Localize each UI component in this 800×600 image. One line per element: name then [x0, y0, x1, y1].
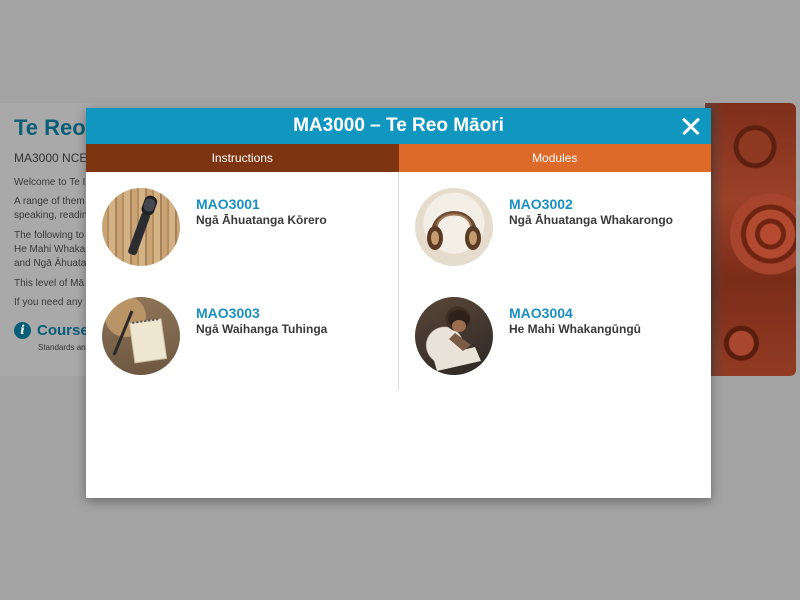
- background-paragraph: and Ngā Āhuata: [14, 258, 87, 269]
- module-name: He Mahi Whakangūngū: [509, 322, 641, 336]
- background-paragraph: This level of Mā: [14, 278, 85, 289]
- background-paragraph: The following to: [14, 230, 85, 241]
- background-paragraph: He Mahi Whaka: [14, 244, 86, 255]
- background-paragraph: speaking, readin: [14, 210, 88, 221]
- course-heading-text: Course: [37, 322, 89, 339]
- module-name: Ngā Āhuatanga Whakarongo: [509, 213, 674, 227]
- module-name: Ngā Āhuatanga Kōrero: [196, 213, 327, 227]
- module-text: MAO3002 Ngā Āhuatanga Whakarongo: [509, 196, 673, 228]
- background-page-title: Te Reo: [14, 115, 86, 140]
- course-subtext: Standards an: [38, 343, 86, 352]
- tab-instructions[interactable]: Instructions: [86, 144, 399, 172]
- course-section-heading: i Course: [14, 322, 89, 339]
- column-divider: [398, 172, 399, 390]
- background-paragraph: A range of them: [14, 196, 85, 207]
- headphones-image: [415, 188, 493, 266]
- module-code[interactable]: MAO3001: [196, 196, 327, 213]
- background-paragraph: If you need any: [14, 297, 83, 308]
- modal-tabs: Instructions Modules: [86, 144, 711, 172]
- modal-title: MA3000 – Te Reo Māori: [293, 115, 504, 136]
- module-text: MAO3001 Ngā Āhuatanga Kōrero: [196, 196, 327, 228]
- tab-modules[interactable]: Modules: [398, 144, 711, 172]
- module-code[interactable]: MAO3004: [509, 305, 641, 322]
- modules-modal: MA3000 – Te Reo Māori Instructions Modul…: [86, 108, 711, 498]
- background-page-subtitle: MA3000 NCE: [14, 151, 88, 165]
- module-card-mao3003[interactable]: MAO3003 Ngā Waihanga Tuhinga: [102, 297, 327, 375]
- module-card-mao3002[interactable]: MAO3002 Ngā Āhuatanga Whakarongo: [415, 188, 673, 266]
- microphone-image: [102, 188, 180, 266]
- module-code[interactable]: MAO3003: [196, 305, 327, 322]
- modules-grid: MAO3001 Ngā Āhuatanga Kōrero MAO3002 Ngā…: [86, 172, 711, 498]
- module-code[interactable]: MAO3002: [509, 196, 673, 213]
- info-icon: i: [14, 322, 31, 339]
- notebook-pen-image: [102, 297, 180, 375]
- module-card-mao3001[interactable]: MAO3001 Ngā Āhuatanga Kōrero: [102, 188, 327, 266]
- person-writing-image: [415, 297, 493, 375]
- background-paragraph: Welcome to Te I: [14, 177, 86, 188]
- close-icon[interactable]: [679, 114, 703, 138]
- modal-header: MA3000 – Te Reo Māori: [86, 108, 711, 144]
- module-text: MAO3003 Ngā Waihanga Tuhinga: [196, 305, 327, 337]
- module-card-mao3004[interactable]: MAO3004 He Mahi Whakangūngū: [415, 297, 641, 375]
- module-text: MAO3004 He Mahi Whakangūngū: [509, 305, 641, 337]
- module-name: Ngā Waihanga Tuhinga: [196, 322, 328, 336]
